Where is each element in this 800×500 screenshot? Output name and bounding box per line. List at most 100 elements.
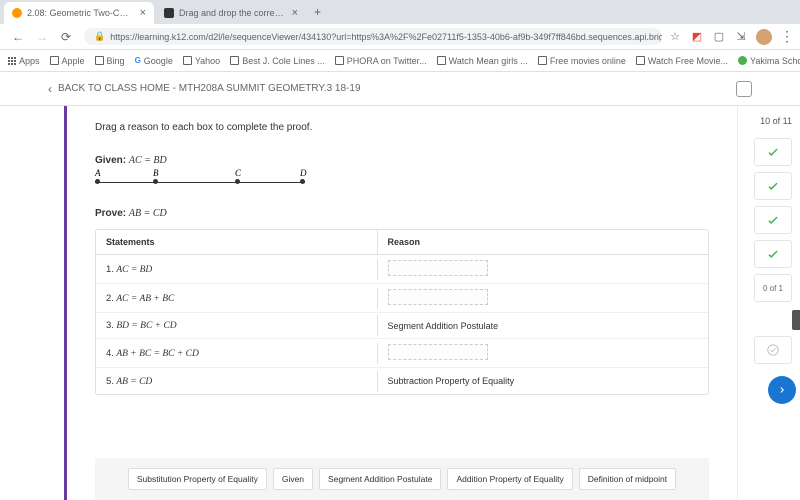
course-header: ‹ BACK TO CLASS HOME - MTH208A SUMMIT GE…	[0, 72, 800, 106]
question-indicator-done[interactable]	[754, 206, 792, 234]
table-row: 4. AB + BC = BC + CD	[96, 339, 708, 368]
table-row: 3. BD = BC + CD Segment Addition Postula…	[96, 313, 708, 339]
chevron-right-icon	[777, 385, 787, 395]
tab-title: 2.08: Geometric Two-Column	[27, 8, 132, 18]
statement-cell: 2. AC = AB + BC	[96, 288, 378, 309]
reason-cell	[378, 284, 708, 312]
page-icon	[538, 56, 547, 65]
bookmark-jcole[interactable]: Best J. Cole Lines ...	[230, 56, 325, 66]
page-icon	[50, 56, 59, 65]
lock-icon: 🔒	[94, 31, 105, 42]
browser-tab-active[interactable]: 2.08: Geometric Two-Column ×	[4, 2, 154, 24]
answer-chip[interactable]: Segment Addition Postulate	[319, 468, 441, 490]
main-panel: Drag a reason to each box to complete th…	[67, 106, 738, 500]
profile-avatar[interactable]	[756, 29, 772, 45]
url-input[interactable]: 🔒 https://learning.k12.com/d2l/le/sequen…	[84, 28, 662, 45]
google-icon: G	[135, 56, 141, 65]
page-icon	[738, 56, 747, 65]
statement-cell: 4. AB + BC = BC + CD	[96, 343, 378, 364]
forward-icon[interactable]: →	[35, 30, 49, 44]
tab-title: Drag and drop the correct ans	[179, 8, 284, 18]
reason-cell: Segment Addition Postulate	[378, 316, 708, 336]
favicon-icon	[164, 8, 174, 18]
bookmark-bar: Apps Apple Bing GGoogle Yahoo Best J. Co…	[0, 50, 800, 72]
url-text: https://learning.k12.com/d2l/le/sequence…	[110, 32, 662, 42]
given-statement: Given: AC = BD	[95, 155, 709, 166]
extension-icon[interactable]: ◩	[690, 30, 704, 44]
table-row: 1. AC = BD	[96, 255, 708, 284]
bookmark-phora[interactable]: PHORA on Twitter...	[335, 56, 427, 66]
bookmark-yakima[interactable]: Yakima School Dis...	[738, 56, 800, 66]
page-icon	[95, 56, 104, 65]
check-icon	[766, 145, 780, 159]
page-icon	[230, 56, 239, 65]
number-line-diagram: A B C D	[95, 172, 305, 190]
reason-cell	[378, 255, 708, 283]
statement-cell: 1. AC = BD	[96, 259, 378, 280]
page-icon	[437, 56, 446, 65]
question-indicator-done[interactable]	[754, 138, 792, 166]
question-indicator-pending[interactable]	[754, 336, 792, 364]
answer-chip[interactable]: Given	[273, 468, 313, 490]
col-reason: Reason	[378, 230, 708, 254]
page-content: ‹ BACK TO CLASS HOME - MTH208A SUMMIT GE…	[0, 72, 800, 500]
extension-icon[interactable]: ▢	[712, 30, 726, 44]
table-header: Statements Reason	[96, 230, 708, 255]
progress-counter: 10 of 11	[746, 116, 792, 126]
tab-close-icon[interactable]: ×	[140, 7, 146, 19]
next-button[interactable]	[768, 376, 796, 404]
new-tab-button[interactable]: +	[308, 3, 327, 21]
answer-chip[interactable]: Addition Property of Equality	[447, 468, 572, 490]
table-row: 2. AC = AB + BC	[96, 284, 708, 313]
back-label: BACK TO CLASS HOME - MTH208A SUMMIT GEOM…	[58, 83, 361, 94]
page-icon	[335, 56, 344, 65]
page-icon	[183, 56, 192, 65]
menu-icon[interactable]: ⋮	[780, 28, 794, 45]
tab-strip: 2.08: Geometric Two-Column × Drag and dr…	[0, 0, 800, 24]
bookmark-meangirls[interactable]: Watch Mean girls ...	[437, 56, 528, 66]
check-icon	[766, 179, 780, 193]
check-icon	[766, 213, 780, 227]
drop-zone[interactable]	[388, 289, 488, 305]
prove-statement: Prove: AB = CD	[95, 208, 709, 219]
question-indicator-done[interactable]	[754, 240, 792, 268]
question-indicator-done[interactable]	[754, 172, 792, 200]
answer-tray: Substitution Property of Equality Given …	[95, 458, 709, 500]
back-to-class-link[interactable]: ‹ BACK TO CLASS HOME - MTH208A SUMMIT GE…	[48, 82, 361, 96]
bookmark-google[interactable]: GGoogle	[135, 56, 173, 66]
statement-cell: 3. BD = BC + CD	[96, 315, 378, 336]
chevron-left-icon: ‹	[48, 82, 52, 96]
col-statements: Statements	[96, 230, 378, 254]
check-circle-icon	[766, 343, 780, 357]
address-bar: ← → ⟳ 🔒 https://learning.k12.com/d2l/le/…	[0, 24, 800, 50]
tab-close-icon[interactable]: ×	[292, 7, 298, 19]
bookmark-apple[interactable]: Apple	[50, 56, 85, 66]
favicon-icon	[12, 8, 22, 18]
address-bar-right: ☆ ◩ ▢ ⇲ ⋮	[668, 28, 794, 45]
question-list: 0 of 1	[746, 138, 792, 404]
check-icon	[766, 247, 780, 261]
content-area: Drag a reason to each box to complete th…	[0, 106, 738, 500]
reload-icon[interactable]: ⟳	[59, 30, 73, 44]
bookmark-freemovies[interactable]: Free movies online	[538, 56, 626, 66]
star-icon[interactable]: ☆	[668, 30, 682, 44]
drop-zone[interactable]	[388, 344, 488, 360]
apps-grid-icon	[8, 57, 16, 65]
answer-chip[interactable]: Definition of midpoint	[579, 468, 676, 490]
question-indicator-score[interactable]: 0 of 1	[754, 274, 792, 302]
proof-table: Statements Reason 1. AC = BD 2. AC = AB …	[95, 229, 709, 395]
statement-cell: 5. AB = CD	[96, 371, 378, 392]
bookmark-bing[interactable]: Bing	[95, 56, 125, 66]
apps-button[interactable]: Apps	[8, 56, 40, 66]
extension-icon[interactable]: ⇲	[734, 30, 748, 44]
header-square-icon[interactable]	[736, 81, 752, 97]
answer-chip[interactable]: Substitution Property of Equality	[128, 468, 267, 490]
back-icon[interactable]: ←	[11, 30, 25, 44]
bookmark-watchfree[interactable]: Watch Free Movie...	[636, 56, 728, 66]
current-indicator	[792, 310, 800, 330]
browser-tab-inactive[interactable]: Drag and drop the correct ans ×	[156, 2, 306, 24]
bookmark-yahoo[interactable]: Yahoo	[183, 56, 220, 66]
progress-rail: 10 of 11 0 of 1	[738, 106, 800, 500]
table-row: 5. AB = CD Subtraction Property of Equal…	[96, 368, 708, 394]
drop-zone[interactable]	[388, 260, 488, 276]
